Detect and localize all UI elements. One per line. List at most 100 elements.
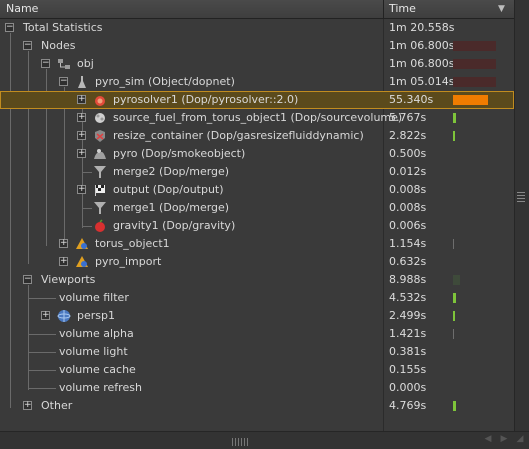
- time-column-header[interactable]: Time: [389, 0, 416, 18]
- tree-branch: [28, 388, 56, 389]
- tree-row[interactable]: + torus_object1 1.154s: [0, 235, 514, 253]
- time-bar: [453, 131, 455, 141]
- smokeobject-icon: [93, 147, 107, 161]
- tree-row[interactable]: volume light 0.381s: [0, 343, 514, 361]
- resize-container-icon: [93, 129, 107, 143]
- time-bar: [453, 41, 496, 51]
- geometry-object-icon: [75, 255, 89, 269]
- row-label: Nodes: [41, 39, 76, 52]
- sourcevolume-icon: [93, 111, 107, 125]
- tree-row[interactable]: volume alpha 1.421s: [0, 325, 514, 343]
- row-label: volume light: [59, 345, 128, 358]
- tree-branch: [28, 370, 56, 371]
- row-time: 5.767s: [389, 111, 427, 124]
- expand-toggle[interactable]: +: [77, 185, 86, 194]
- column-header: Name Time ▼: [0, 0, 514, 19]
- time-bar: [453, 59, 496, 69]
- expand-toggle[interactable]: +: [77, 95, 86, 104]
- expand-toggle[interactable]: +: [77, 131, 86, 140]
- row-label: pyro_sim (Object/dopnet): [95, 75, 235, 88]
- scroll-right-icon[interactable]: ▶: [499, 434, 509, 444]
- collapse-toggle[interactable]: −: [41, 59, 50, 68]
- tree-row[interactable]: volume refresh 0.000s: [0, 379, 514, 397]
- pyrosolver-icon: [93, 93, 107, 107]
- collapse-toggle[interactable]: −: [59, 77, 68, 86]
- gravity-icon: [93, 219, 107, 233]
- horizontal-scrollbar[interactable]: [0, 431, 529, 449]
- time-bar: [453, 77, 496, 87]
- resize-corner-icon[interactable]: ◢: [515, 434, 525, 444]
- tree-row-selected[interactable]: + pyrosolver1 (Dop/pyrosolver::2.0) 55.3…: [0, 91, 514, 109]
- row-time: 1m 20.558s: [389, 21, 455, 34]
- row-label: obj: [77, 57, 94, 70]
- row-label: pyro (Dop/smokeobject): [113, 147, 246, 160]
- collapse-toggle[interactable]: −: [23, 275, 32, 284]
- tree-row[interactable]: + persp1 2.499s: [0, 307, 514, 325]
- tree-row[interactable]: − pyro_sim (Object/dopnet) 1m 05.014s: [0, 73, 514, 91]
- tree-row[interactable]: + output (Dop/output) 0.008s: [0, 181, 514, 199]
- row-label: Other: [41, 399, 73, 412]
- vertical-scrollbar[interactable]: [514, 0, 529, 431]
- row-label: gravity1 (Dop/gravity): [113, 219, 236, 232]
- row-time: 4.769s: [389, 399, 427, 412]
- row-time: 1m 06.800s: [389, 39, 455, 52]
- row-time: 0.155s: [389, 363, 427, 376]
- tree-row[interactable]: gravity1 (Dop/gravity) 0.006s: [0, 217, 514, 235]
- row-label: merge2 (Dop/merge): [113, 165, 230, 178]
- tree-branch: [82, 208, 92, 209]
- tree-row[interactable]: + pyro_import 0.632s: [0, 253, 514, 271]
- row-time: 4.532s: [389, 291, 427, 304]
- row-label: Viewports: [41, 273, 96, 286]
- collapse-toggle[interactable]: −: [5, 23, 14, 32]
- tree-row[interactable]: − Nodes 1m 06.800s: [0, 37, 514, 55]
- time-bar: [453, 293, 456, 303]
- tree-row[interactable]: − Viewports 8.988s: [0, 271, 514, 289]
- row-label: source_fuel_from_torus_object1 (Dop/sour…: [113, 111, 403, 124]
- name-column-header[interactable]: Name: [6, 0, 38, 18]
- tree-row[interactable]: + pyro (Dop/smokeobject) 0.500s: [0, 145, 514, 163]
- grip-handle-icon[interactable]: [232, 436, 248, 446]
- expand-toggle[interactable]: +: [59, 239, 68, 248]
- column-separator[interactable]: [383, 0, 384, 18]
- row-label: output (Dop/output): [113, 183, 224, 196]
- row-time: 1.421s: [389, 327, 427, 340]
- expand-toggle[interactable]: +: [23, 401, 32, 410]
- expand-toggle[interactable]: +: [41, 311, 50, 320]
- row-label: pyro_import: [95, 255, 162, 268]
- viewport-sphere-icon: [57, 309, 71, 323]
- tree-row[interactable]: volume filter 4.532s: [0, 289, 514, 307]
- tree-row[interactable]: + resize_container (Dop/gasresizefluiddy…: [0, 127, 514, 145]
- performance-monitor-panel: Name Time ▼ − Total Statistics 1m 20.558…: [0, 0, 529, 449]
- tree-branch: [28, 352, 56, 353]
- expand-toggle[interactable]: +: [59, 257, 68, 266]
- time-bar: [453, 329, 454, 339]
- tree-row[interactable]: volume cache 0.155s: [0, 361, 514, 379]
- tree-row[interactable]: − Total Statistics 1m 20.558s: [0, 19, 514, 37]
- statistics-tree: − Total Statistics 1m 20.558s − Nodes 1m…: [0, 19, 514, 431]
- tree-branch: [82, 172, 92, 173]
- tree-row[interactable]: merge1 (Dop/merge) 0.008s: [0, 199, 514, 217]
- tree-branch: [82, 226, 92, 227]
- row-label: volume cache: [59, 363, 136, 376]
- tree-row[interactable]: + source_fuel_from_torus_object1 (Dop/so…: [0, 109, 514, 127]
- row-time: 0.006s: [389, 219, 427, 232]
- row-time: 0.381s: [389, 345, 427, 358]
- sort-desc-icon[interactable]: ▼: [498, 0, 505, 18]
- tree-row[interactable]: − obj 1m 06.800s: [0, 55, 514, 73]
- expand-toggle[interactable]: +: [77, 149, 86, 158]
- row-label: volume filter: [59, 291, 129, 304]
- row-time: 0.500s: [389, 147, 427, 160]
- tree-row[interactable]: + Other 4.769s: [0, 397, 514, 415]
- collapse-toggle[interactable]: −: [23, 41, 32, 50]
- tree-row[interactable]: merge2 (Dop/merge) 0.012s: [0, 163, 514, 181]
- merge-icon: [93, 165, 107, 179]
- row-label: volume alpha: [59, 327, 134, 340]
- expand-toggle[interactable]: +: [77, 113, 86, 122]
- row-time: 0.000s: [389, 381, 427, 394]
- scroll-left-icon[interactable]: ◀: [483, 434, 493, 444]
- row-time: 1m 06.800s: [389, 57, 455, 70]
- time-bar: [453, 401, 456, 411]
- grip-handle-icon[interactable]: [517, 192, 525, 202]
- time-bar: [453, 95, 488, 105]
- merge-icon: [93, 201, 107, 215]
